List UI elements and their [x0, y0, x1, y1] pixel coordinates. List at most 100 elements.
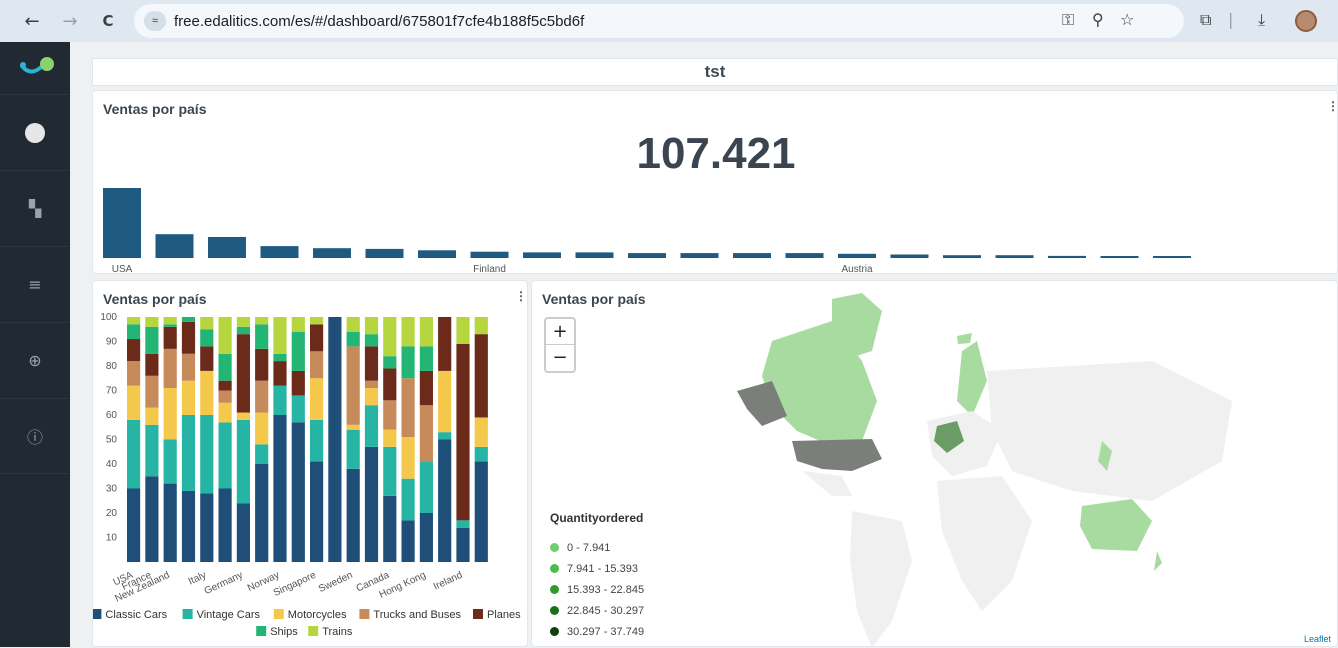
- stacked-bar-segment[interactable]: [255, 412, 269, 445]
- stacked-bar-segment[interactable]: [401, 520, 415, 562]
- top-bar[interactable]: [313, 248, 351, 258]
- stacked-bar-segment[interactable]: [145, 476, 159, 562]
- stacked-bar-segment[interactable]: [218, 317, 232, 354]
- extensions-icon[interactable]: ⧉: [1200, 10, 1211, 30]
- stacked-bar-segment[interactable]: [200, 329, 214, 347]
- stacked-bar-segment[interactable]: [273, 317, 287, 354]
- stacked-bar-segment[interactable]: [474, 334, 488, 418]
- zoom-in-button[interactable]: +: [546, 319, 574, 345]
- stacked-bar-segment[interactable]: [181, 490, 196, 562]
- stacked-bar-segment[interactable]: [273, 415, 287, 562]
- stacked-bar-segment[interactable]: [364, 334, 379, 347]
- stacked-bar-segment[interactable]: [383, 400, 397, 430]
- stacked-bar-segment[interactable]: [145, 326, 159, 354]
- stacked-bar-segment[interactable]: [218, 402, 232, 423]
- stacked-bar-segment[interactable]: [145, 424, 159, 477]
- stacked-bar-segment[interactable]: [145, 407, 159, 425]
- stacked-bar-segment[interactable]: [364, 388, 379, 406]
- top-bar[interactable]: [523, 252, 561, 258]
- stacked-bar-segment[interactable]: [310, 461, 324, 562]
- stacked-bar-segment[interactable]: [310, 378, 324, 420]
- top-bar[interactable]: [103, 188, 141, 258]
- stacked-bar-segment[interactable]: [200, 317, 214, 330]
- stacked-bar-segment[interactable]: [438, 439, 452, 563]
- top-bar[interactable]: [418, 250, 456, 258]
- stacked-bar-segment[interactable]: [419, 346, 433, 371]
- stacked-bar-segment[interactable]: [291, 395, 305, 423]
- stacked-bar-segment[interactable]: [236, 317, 250, 327]
- stacked-bar-segment[interactable]: [310, 419, 324, 462]
- stacked-bar-segment[interactable]: [127, 317, 141, 325]
- stacked-bar-segment[interactable]: [127, 488, 141, 563]
- stacked-bar-segment[interactable]: [236, 503, 250, 562]
- stacked-bar-segment[interactable]: [127, 324, 141, 340]
- stacked-bar-segment[interactable]: [364, 346, 379, 381]
- sidebar-item-language[interactable]: ⊕: [0, 322, 70, 398]
- stacked-bar-segment[interactable]: [419, 370, 433, 406]
- stacked-bar-segment[interactable]: [310, 351, 324, 379]
- stacked-bar-segment[interactable]: [364, 317, 379, 335]
- stacked-bar-segment[interactable]: [200, 346, 214, 371]
- stacked-bar-segment[interactable]: [474, 461, 488, 562]
- stacked-bar-segment[interactable]: [163, 317, 177, 325]
- stacked-bar-segment[interactable]: [346, 331, 360, 347]
- stacked-bar-segment[interactable]: [145, 317, 159, 327]
- stacked-bar-segment[interactable]: [438, 317, 452, 371]
- address-bar[interactable]: ≈ free.edalitics.com/es/#/dashboard/6758…: [134, 4, 1184, 38]
- reload-icon[interactable]: C: [92, 5, 124, 37]
- stacked-bar-segment[interactable]: [218, 380, 232, 391]
- password-key-icon[interactable]: ⚿: [1062, 10, 1074, 30]
- top-bar[interactable]: [785, 253, 824, 258]
- stacked-bar-segment[interactable]: [255, 464, 269, 562]
- stacked-bar-segment[interactable]: [346, 346, 360, 425]
- stacked-bar-segment[interactable]: [127, 339, 141, 362]
- stacked-bar-segment[interactable]: [346, 429, 360, 469]
- bookmark-star-icon[interactable]: ☆: [1120, 10, 1134, 29]
- top-bar[interactable]: [995, 255, 1034, 258]
- stacked-bar-segment[interactable]: [419, 461, 433, 513]
- stacked-bar-segment[interactable]: [236, 419, 250, 504]
- stacked-bar-segment[interactable]: [236, 412, 250, 420]
- sidebar-item-datasources[interactable]: ≡: [0, 246, 70, 322]
- stacked-bar-segment[interactable]: [310, 317, 324, 325]
- top-bar[interactable]: [1153, 256, 1191, 258]
- top-bar[interactable]: [575, 252, 614, 258]
- stacked-bar-segment[interactable]: [364, 405, 379, 447]
- stacked-bar-segment[interactable]: [456, 527, 470, 562]
- stacked-bar-segment[interactable]: [273, 353, 287, 362]
- stacked-bar-segment[interactable]: [474, 317, 488, 335]
- stacked-bar-segment[interactable]: [401, 478, 415, 521]
- top-bar[interactable]: [1048, 255, 1086, 258]
- stacked-bar-segment[interactable]: [456, 343, 470, 521]
- stacked-bar-segment[interactable]: [383, 317, 397, 357]
- stacked-bar-segment[interactable]: [401, 346, 415, 379]
- stacked-bar-segment[interactable]: [310, 324, 324, 352]
- stacked-bar-segment[interactable]: [218, 488, 232, 563]
- top-bar[interactable]: [155, 234, 194, 258]
- stacked-bar-segment[interactable]: [364, 380, 379, 389]
- stacked-bar-segment[interactable]: [236, 326, 250, 335]
- stacked-bar-segment[interactable]: [181, 317, 196, 322]
- stacked-bar-segment[interactable]: [401, 378, 415, 438]
- stacked-bar-segment[interactable]: [383, 368, 397, 401]
- top-bar[interactable]: [208, 237, 246, 258]
- stacked-bar-segment[interactable]: [181, 353, 196, 381]
- stacked-bar-segment[interactable]: [419, 317, 433, 347]
- stacked-bar-segment[interactable]: [218, 422, 232, 489]
- stacked-bar-segment[interactable]: [474, 446, 488, 462]
- stacked-bar-segment[interactable]: [456, 520, 470, 528]
- stacked-bar-segment[interactable]: [346, 317, 360, 332]
- stacked-bar-segment[interactable]: [419, 405, 433, 462]
- stacked-bar-segment[interactable]: [346, 424, 360, 430]
- profile-avatar[interactable]: [1295, 10, 1317, 32]
- stacked-bar-segment[interactable]: [218, 390, 232, 403]
- stacked-bar-segment[interactable]: [364, 446, 379, 562]
- stacked-bar-segment[interactable]: [255, 444, 269, 464]
- top-bar[interactable]: [680, 253, 719, 258]
- stacked-bar-segment[interactable]: [383, 356, 397, 369]
- forward-icon[interactable]: →: [54, 5, 86, 37]
- top-bar[interactable]: [628, 253, 666, 258]
- top-bar[interactable]: [365, 248, 404, 258]
- stacked-bar-segment[interactable]: [456, 317, 470, 344]
- stacked-bar-segment[interactable]: [200, 370, 214, 415]
